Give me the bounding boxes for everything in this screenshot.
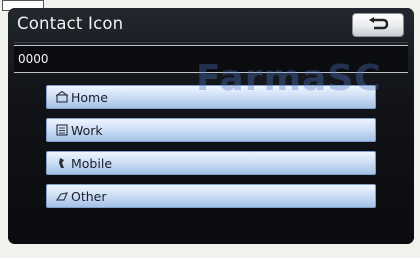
option-work-button[interactable]: Work xyxy=(46,118,376,142)
option-other-button[interactable]: Other xyxy=(46,184,376,208)
icon-option-list: Home Work Mobile Other xyxy=(46,85,376,217)
home-icon xyxy=(56,91,68,103)
option-other-label: Other xyxy=(71,188,107,204)
display-screen: Contact Icon 0000 Home Work Mobile Other xyxy=(8,8,414,244)
option-mobile-button[interactable]: Mobile xyxy=(46,151,376,175)
back-button[interactable] xyxy=(352,13,404,37)
header-divider xyxy=(14,42,408,43)
option-home-label: Home xyxy=(71,89,108,105)
contact-name-value: 0000 xyxy=(18,52,49,66)
option-work-label: Work xyxy=(71,122,103,138)
page-title: Contact Icon xyxy=(17,14,124,33)
return-arrow-icon xyxy=(365,16,391,35)
mobile-icon xyxy=(56,157,68,169)
work-icon xyxy=(56,124,68,136)
watermark: FarmaSC xyxy=(196,58,382,99)
option-mobile-label: Mobile xyxy=(71,155,113,171)
other-icon xyxy=(56,190,68,202)
